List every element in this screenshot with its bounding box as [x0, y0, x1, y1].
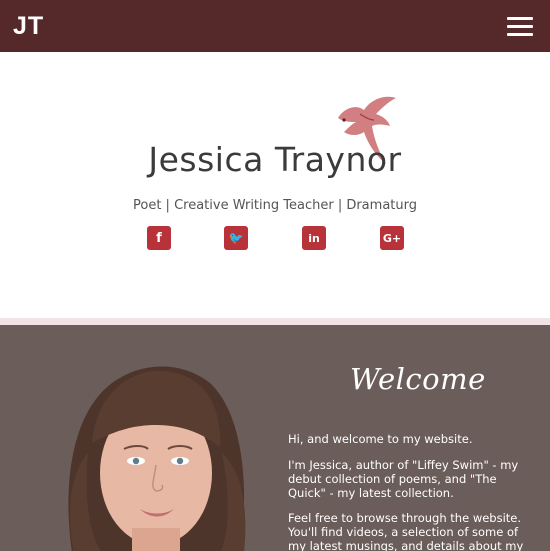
facebook-icon[interactable]: f	[147, 226, 171, 250]
welcome-paragraph-2: I'm Jessica, author of "Liffey Swim" - m…	[288, 458, 519, 500]
hero-section: Jessica Traynor Poet | Creative Writing …	[0, 52, 550, 318]
top-navigation-bar: JT	[0, 0, 550, 52]
welcome-heading: Welcome	[350, 362, 486, 396]
google-plus-icon[interactable]: G+	[380, 226, 404, 250]
welcome-section: Welcome Hi, and welcome to my website. I…	[0, 325, 550, 551]
author-portrait-image	[68, 366, 246, 551]
site-logo[interactable]: JT	[13, 12, 44, 41]
hamburger-menu-icon[interactable]	[507, 17, 533, 37]
author-tagline: Poet | Creative Writing Teacher | Dramat…	[133, 198, 417, 213]
section-divider	[0, 318, 550, 325]
twitter-icon[interactable]: 🐦	[224, 226, 248, 250]
author-name-heading: Jessica Traynor	[148, 140, 402, 179]
welcome-paragraph-1: Hi, and welcome to my website.	[288, 432, 473, 446]
linkedin-icon[interactable]: in	[302, 226, 326, 250]
welcome-paragraph-3: Feel free to browse through the website.…	[288, 511, 524, 551]
